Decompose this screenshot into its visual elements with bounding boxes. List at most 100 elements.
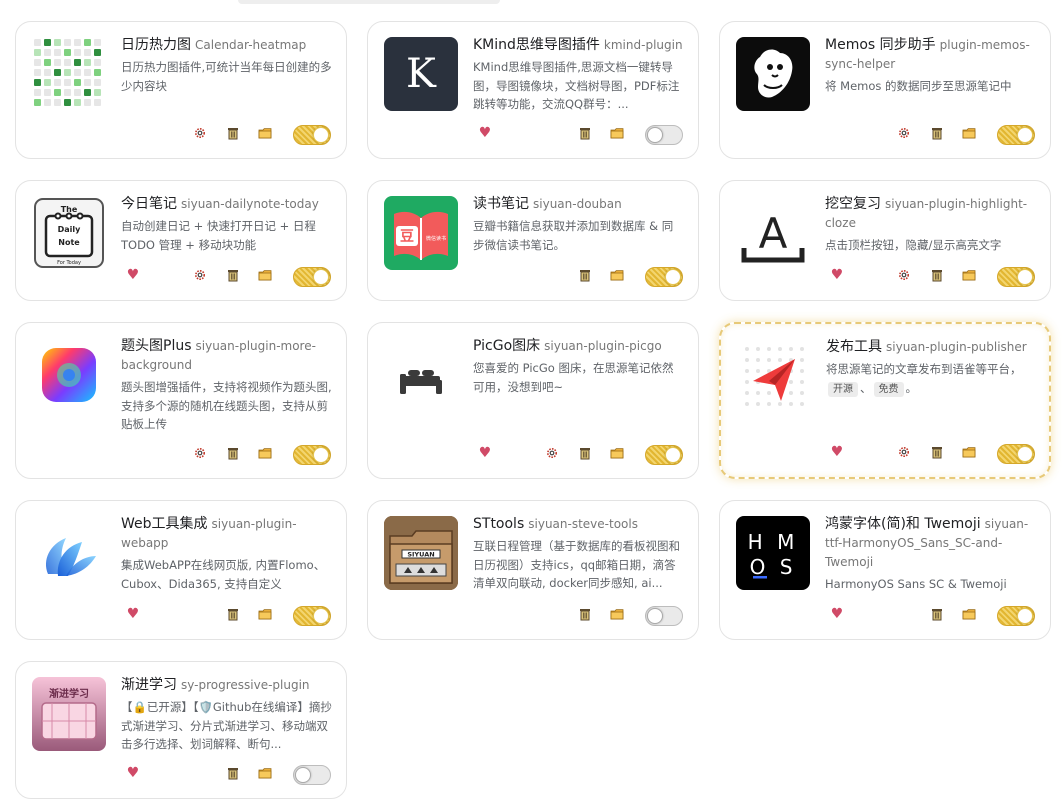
trash-icon[interactable]	[224, 605, 242, 623]
plugin-card-steve-tools[interactable]: SIYUAN STtools siyuan-steve-tools 互联日程管理（…	[367, 500, 699, 640]
gear-icon[interactable]	[895, 124, 913, 142]
trash-icon[interactable]	[928, 605, 946, 623]
trash-icon[interactable]	[576, 605, 594, 623]
publisher-dot	[745, 358, 749, 362]
plugin-title: 鸿蒙字体(简)和 Twemoji	[825, 516, 981, 532]
folder-icon[interactable]	[960, 266, 978, 284]
plugin-description: 将 Memos 的数据同步至思源笔记中	[825, 79, 1012, 93]
plugin-title: Web工具集成	[121, 516, 208, 532]
heatmap-cell	[34, 89, 41, 96]
plugin-card-dailynote-today[interactable]: The Daily Note For Today 今日笔记 siyuan-dailyno…	[15, 180, 347, 301]
heart-icon[interactable]: ♥	[828, 266, 846, 284]
heatmap-cell	[64, 59, 71, 66]
heatmap-cell	[44, 59, 51, 66]
folder-icon[interactable]	[256, 266, 274, 284]
enable-toggle[interactable]	[645, 445, 683, 465]
heart-icon[interactable]: ♥	[828, 605, 846, 623]
enable-toggle[interactable]	[293, 765, 331, 785]
publisher-logo	[737, 339, 811, 413]
trash-icon[interactable]	[224, 266, 242, 284]
trash-icon[interactable]	[576, 124, 594, 142]
plugin-description: HarmonyOS Sans SC & Twemoji	[825, 577, 1007, 591]
trash-icon[interactable]	[576, 444, 594, 462]
folder-icon[interactable]	[608, 444, 626, 462]
heart-icon[interactable]: ♥	[124, 266, 142, 284]
publisher-dot	[778, 358, 782, 362]
enable-toggle[interactable]	[997, 444, 1035, 464]
trash-icon[interactable]	[224, 764, 242, 782]
trash-icon[interactable]	[928, 443, 946, 461]
plugin-title: 读书笔记	[473, 196, 529, 212]
plugin-card-publisher[interactable]: 发布工具 siyuan-plugin-publisher 将思源笔记的文章发布到语…	[719, 322, 1051, 479]
folder-icon[interactable]	[256, 124, 274, 142]
plugin-card-memos-sync[interactable]: Memos 同步助手 plugin-memos-sync-helper 将 Mem…	[719, 21, 1051, 159]
enable-toggle[interactable]	[997, 267, 1035, 287]
heatmap-cell	[74, 99, 81, 106]
publisher-dot	[767, 347, 771, 351]
gear-icon[interactable]	[191, 266, 209, 284]
heart-icon[interactable]: ♥	[124, 764, 142, 782]
publisher-dot	[778, 347, 782, 351]
folder-icon[interactable]	[960, 124, 978, 142]
enable-toggle[interactable]	[293, 125, 331, 145]
svg-text:豆: 豆	[400, 229, 414, 245]
plugin-card-douban[interactable]: 豆 微信读书 读书笔记 siyuan-douban 豆瓣书籍信息获取并添加到数据库 …	[367, 180, 699, 301]
folder-icon[interactable]	[608, 266, 626, 284]
trash-icon[interactable]	[576, 266, 594, 284]
gear-icon[interactable]	[895, 443, 913, 461]
enable-toggle[interactable]	[293, 445, 331, 465]
plugin-description: 题头图增强插件，支持将视频作为题头图, 支持多个源的随机在线题头图，支持从剪贴板…	[121, 380, 332, 431]
gear-icon[interactable]	[543, 444, 561, 462]
publisher-dot	[745, 391, 749, 395]
enable-toggle[interactable]	[997, 606, 1035, 626]
heart-icon[interactable]: ♥	[828, 443, 846, 461]
gear-icon[interactable]	[895, 266, 913, 284]
enable-toggle[interactable]	[645, 606, 683, 626]
plugin-card-calendar-heatmap[interactable]: 日历热力图 Calendar-heatmap 日历热力图插件,可统计当年每日创建的…	[15, 21, 347, 159]
gear-icon[interactable]	[191, 444, 209, 462]
plugin-package: sy-progressive-plugin	[181, 678, 310, 692]
heart-icon[interactable]: ♥	[476, 444, 494, 462]
publisher-dot	[800, 369, 804, 373]
heatmap-cell	[54, 89, 61, 96]
heart-icon[interactable]: ♥	[124, 605, 142, 623]
cloze-logo: A	[736, 196, 810, 270]
trash-icon[interactable]	[224, 444, 242, 462]
enable-toggle[interactable]	[645, 267, 683, 287]
tag-open-source: 开源	[828, 381, 858, 397]
plugin-card-progressive[interactable]: 渐进学习 渐进学习 sy-progressive-plugin 【🔒已开源】【🛡️…	[15, 661, 347, 799]
folder-icon[interactable]	[960, 443, 978, 461]
plugin-card-harmonyos-font[interactable]: H MO S 鸿蒙字体(简)和 Twemoji siyuan-ttf-Harmon…	[719, 500, 1051, 640]
trash-icon[interactable]	[224, 124, 242, 142]
enable-toggle[interactable]	[645, 125, 683, 145]
trash-icon[interactable]	[928, 124, 946, 142]
heatmap-cell	[84, 89, 91, 96]
heatmap-cell	[84, 59, 91, 66]
plugin-card-kmind[interactable]: K KMind思维导图插件 kmind-plugin KMind思维导图插件,思源…	[367, 21, 699, 159]
heatmap-cell	[64, 39, 71, 46]
heart-icon[interactable]: ♥	[476, 124, 494, 142]
plugin-title: Memos 同步助手	[825, 37, 936, 53]
heatmap-cell	[84, 69, 91, 76]
enable-toggle[interactable]	[293, 267, 331, 287]
plugin-card-webapp[interactable]: Web工具集成 siyuan-plugin-webapp 集成WebAPP在线网页…	[15, 500, 347, 640]
gear-icon[interactable]	[191, 124, 209, 142]
plugin-title: 发布工具	[826, 339, 882, 355]
plugin-card-picgo[interactable]: PicGo图床 siyuan-plugin-picgo 您喜爱的 PicGo 图床…	[367, 322, 699, 479]
publisher-dot	[756, 347, 760, 351]
folder-icon[interactable]	[256, 444, 274, 462]
plugin-title: PicGo图床	[473, 338, 541, 354]
enable-toggle[interactable]	[293, 606, 331, 626]
folder-icon[interactable]	[256, 605, 274, 623]
folder-icon[interactable]	[960, 605, 978, 623]
plugin-card-highlight-cloze[interactable]: A 挖空复习 siyuan-plugin-highlight-cloze 点击顶栏…	[719, 180, 1051, 301]
trash-icon[interactable]	[928, 266, 946, 284]
folder-icon[interactable]	[608, 605, 626, 623]
webapp-logo	[32, 516, 106, 590]
folder-icon[interactable]	[256, 764, 274, 782]
plugin-description: 您喜爱的 PicGo 图床，在思源笔记依然可用，没想到吧~	[473, 361, 674, 394]
plugin-card-more-background[interactable]: 题头图Plus siyuan-plugin-more-background 题头图…	[15, 322, 347, 479]
plugin-title: 挖空复习	[825, 196, 881, 212]
enable-toggle[interactable]	[997, 125, 1035, 145]
folder-icon[interactable]	[608, 124, 626, 142]
